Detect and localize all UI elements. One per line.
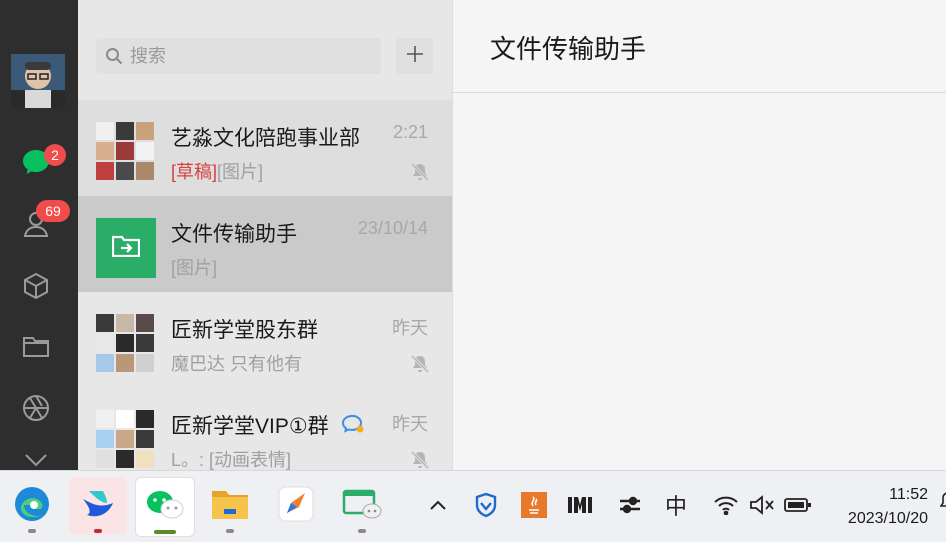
chat-list-item[interactable]: 艺淼文化陪跑事业部 2:21 [草稿][图片] <box>78 100 452 196</box>
file-transfer-avatar <box>96 218 156 278</box>
taskbar-app-file-explorer[interactable] <box>201 477 259 535</box>
chat-unread-badge: 2 <box>44 144 66 166</box>
running-indicator <box>28 529 36 533</box>
m-app-icon[interactable] <box>566 491 594 519</box>
running-indicator <box>226 529 234 533</box>
folder-arrow-icon <box>111 235 141 262</box>
taskbar-app-pen[interactable] <box>267 477 325 535</box>
pen-icon <box>277 485 315 528</box>
chat-preview: [草稿][图片] <box>171 158 263 184</box>
chat-name: 文件传输助手 <box>171 223 297 246</box>
chat-preview: L。: [动画表情] <box>171 450 292 470</box>
settings-sliders-icon[interactable] <box>616 491 644 519</box>
active-indicator <box>154 530 176 534</box>
java-icon[interactable] <box>520 491 548 519</box>
folder-icon[interactable] <box>18 328 54 364</box>
running-indicator <box>94 529 102 533</box>
taskbar-app-edge[interactable] <box>3 477 61 535</box>
wechat-window-icon <box>342 487 382 526</box>
notification-bell-icon[interactable] <box>940 491 946 511</box>
group-avatar <box>96 314 156 374</box>
plus-icon <box>406 45 424 68</box>
chat-name: 匠新学堂股东群 <box>171 319 318 342</box>
taskbar-app-wechat-window[interactable] <box>333 477 391 535</box>
chat-time: 2:21 <box>392 122 428 142</box>
chat-list-item-selected[interactable]: 文件传输助手 23/10/14 [图片] <box>78 196 452 292</box>
chat-name-text: 匠新学堂VIP①群 <box>171 415 329 438</box>
wechat-icon <box>145 488 185 527</box>
sidebar: 2 69 <box>0 0 78 470</box>
chat-time: 23/10/14 <box>357 218 428 238</box>
chat-time: 昨天 <box>392 414 428 434</box>
mute-bell-icon <box>410 450 430 470</box>
chat-header: 文件传输助手 <box>453 0 946 93</box>
search-input[interactable] <box>130 38 370 74</box>
taskbar-app-wechat[interactable] <box>135 477 195 537</box>
wifi-icon[interactable] <box>712 491 740 519</box>
mini-program-icon[interactable] <box>18 452 54 470</box>
system-clock[interactable]: 11:52 2023/10/20 <box>848 483 928 531</box>
mute-bell-icon <box>410 162 430 182</box>
edge-icon <box>13 485 51 528</box>
clock-time: 11:52 <box>889 486 928 503</box>
chat-title: 文件传输助手 <box>490 34 647 64</box>
draft-tag: [草稿] <box>171 162 218 182</box>
search-box[interactable] <box>96 38 381 74</box>
add-button[interactable] <box>396 38 433 74</box>
cube-icon[interactable] <box>18 268 54 304</box>
chat-preview: 魔巴达 只有他有 <box>171 354 303 374</box>
battery-icon[interactable] <box>784 491 812 519</box>
volume-muted-icon[interactable] <box>748 491 776 519</box>
chat-name: 匠新学堂VIP①群 <box>171 410 365 440</box>
chat-preview-text: [图片] <box>217 162 264 182</box>
chat-preview: [图片] <box>171 258 218 278</box>
chat-main-panel: 文件传输助手 <box>452 0 946 470</box>
chat-name: 艺淼文化陪跑事业部 <box>171 127 360 150</box>
contacts-unread-badge: 69 <box>36 200 70 222</box>
taskbar-app-feishu[interactable] <box>69 477 127 535</box>
search-icon <box>105 47 123 70</box>
chat-list-item[interactable]: 匠新学堂VIP①群 昨天 L。: [动画表情] <box>78 388 452 470</box>
file-explorer-icon <box>210 487 250 526</box>
chat-list-item[interactable]: 匠新学堂股东群 昨天 魔巴达 只有他有 <box>78 292 452 388</box>
ime-indicator[interactable]: 中 <box>662 491 690 519</box>
feishu-icon <box>79 487 117 526</box>
tray-overflow-chevron-up-icon[interactable] <box>424 491 452 519</box>
user-avatar[interactable] <box>11 54 65 108</box>
moments-aperture-icon[interactable] <box>18 390 54 426</box>
clock-date: 2023/10/20 <box>847 510 928 527</box>
running-indicator <box>358 529 366 533</box>
taskbar: 中 11:52 2023/10/20 <box>0 470 946 542</box>
group-avatar <box>96 410 156 470</box>
mute-bell-icon <box>410 354 430 374</box>
security-shield-icon[interactable] <box>472 491 500 519</box>
enterprise-chat-icon <box>341 414 365 440</box>
group-avatar <box>96 122 156 182</box>
chat-time: 昨天 <box>392 318 428 338</box>
